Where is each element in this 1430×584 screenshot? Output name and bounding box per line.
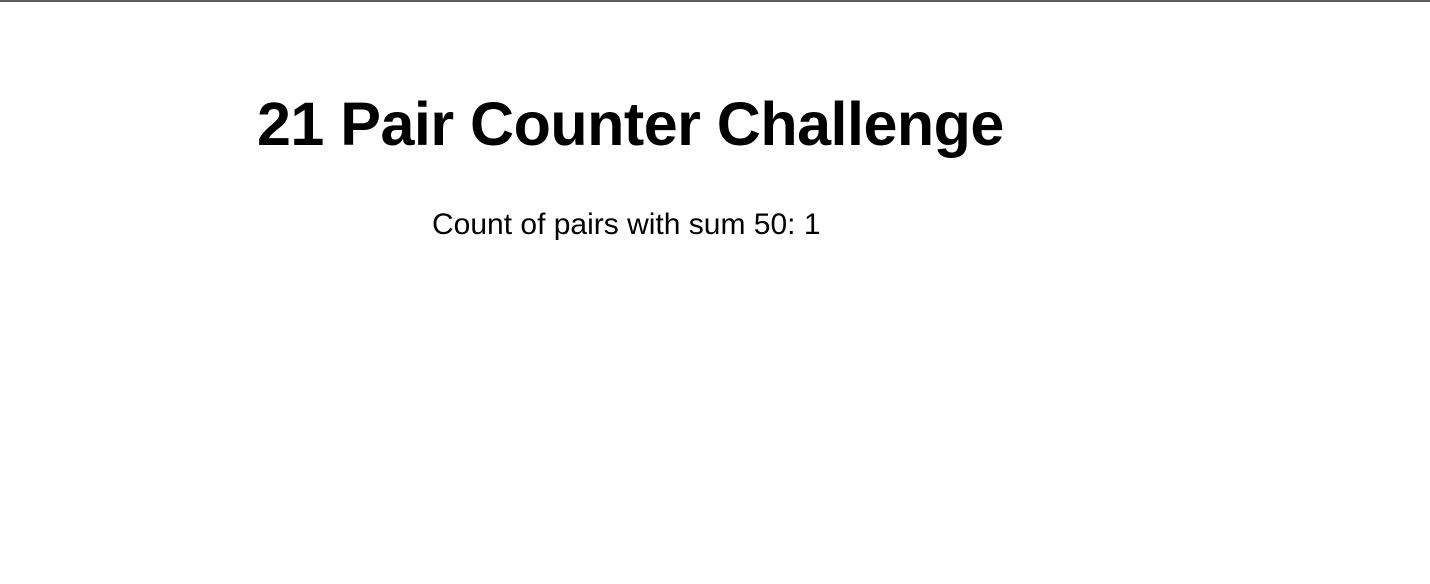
page-title: 21 Pair Counter Challenge (257, 90, 1004, 158)
pair-count-result: Count of pairs with sum 50: 1 (432, 208, 821, 241)
page-content: 21 Pair Counter Challenge Count of pairs… (0, 0, 1430, 584)
